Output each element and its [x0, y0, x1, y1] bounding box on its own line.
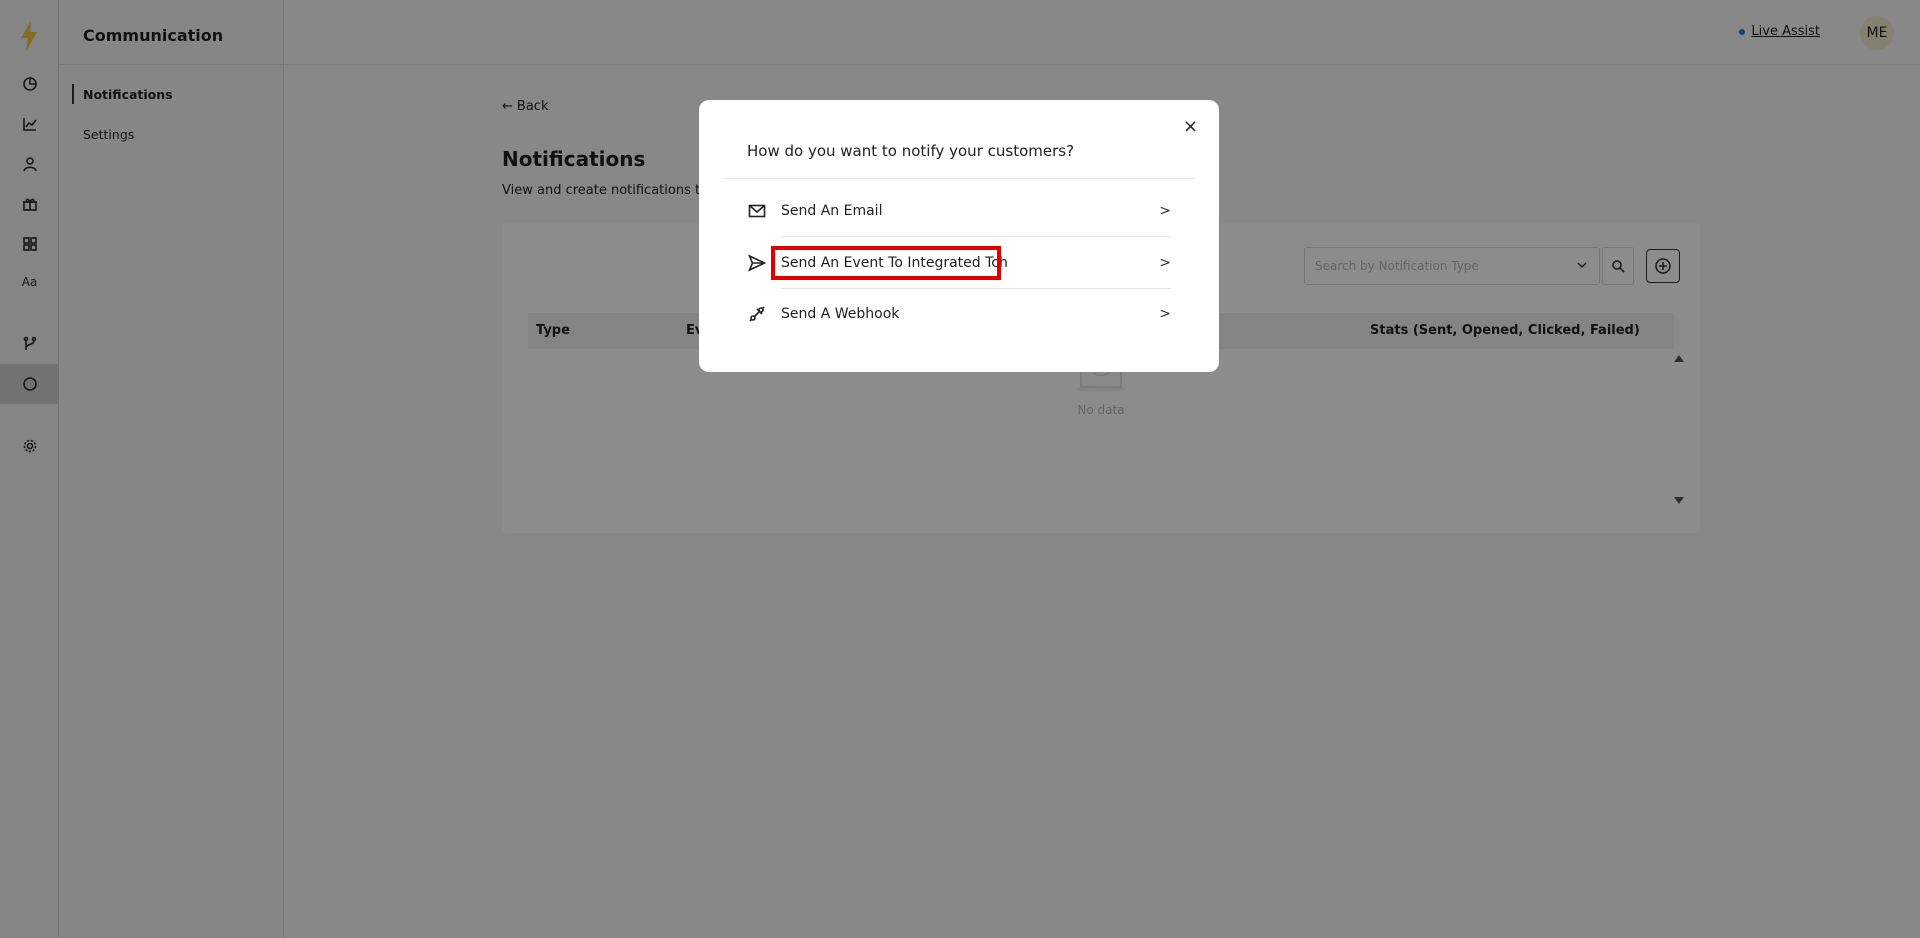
option-send-webhook[interactable]: Send A Webhook > [747, 289, 1171, 339]
chevron-right-icon: > [1159, 203, 1171, 219]
option-label: Send An Email [781, 203, 883, 219]
highlight-box [771, 246, 1001, 280]
mail-icon [747, 201, 767, 221]
close-icon[interactable]: × [1183, 118, 1198, 136]
webhook-icon [747, 304, 767, 324]
modal-divider [723, 178, 1195, 179]
option-send-email[interactable]: Send An Email > [747, 186, 1171, 236]
chevron-right-icon: > [1159, 255, 1171, 271]
option-divider [781, 236, 1171, 237]
modal-question: How do you want to notify your customers… [747, 142, 1075, 160]
option-label: Send A Webhook [781, 306, 900, 322]
notify-method-modal: × How do you want to notify your custome… [699, 100, 1219, 372]
send-icon [747, 253, 767, 273]
chevron-right-icon: > [1159, 306, 1171, 322]
